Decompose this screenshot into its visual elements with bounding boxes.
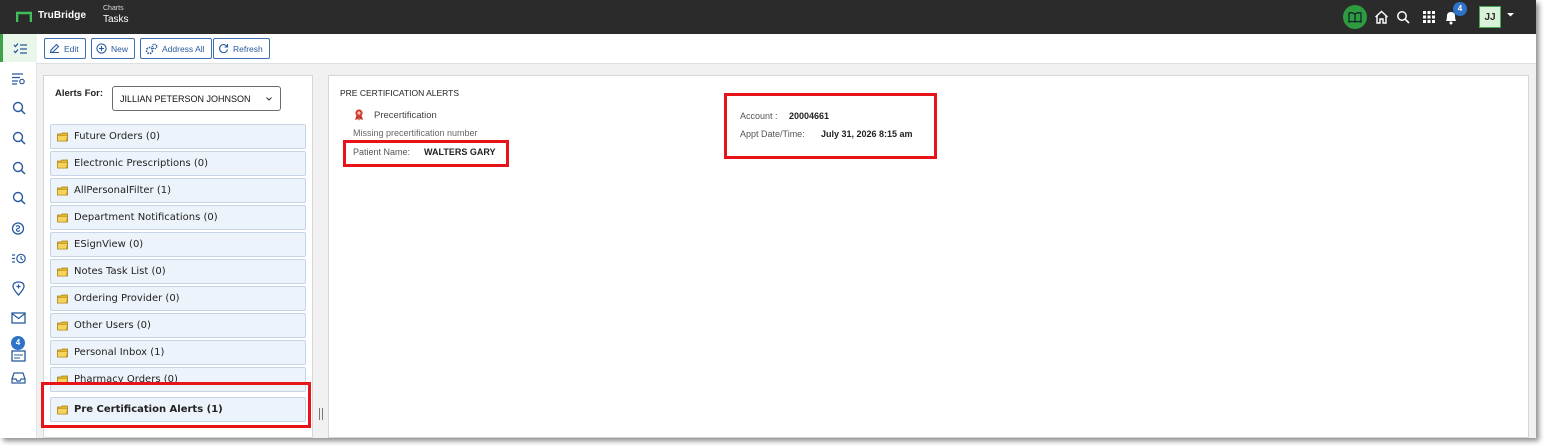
folder-label: Notes Task List (0) <box>74 266 166 277</box>
address-all-label: Address All <box>162 43 205 54</box>
refresh-icon <box>219 44 229 54</box>
clock-dollar-icon[interactable] <box>0 214 37 242</box>
mail-icon[interactable] <box>0 304 37 332</box>
alerts-for-select[interactable]: JILLIAN PETERSON JOHNSON <box>112 86 281 111</box>
chevron-down-icon[interactable] <box>1506 10 1515 19</box>
account-value: 20004661 <box>789 111 830 121</box>
alerts-for-label: Alerts For: <box>55 88 104 99</box>
inbox-tray-icon[interactable] <box>0 364 37 392</box>
left-nav: 4 <box>0 34 37 438</box>
folder-item[interactable]: Pre Certification Alerts (1) <box>50 397 306 422</box>
apps-grid-icon[interactable] <box>1418 6 1440 28</box>
folder-label: Future Orders (0) <box>74 131 160 142</box>
alerts-for-value: JILLIAN PETERSON JOHNSON <box>120 93 251 104</box>
trubridge-logo-icon <box>16 11 32 22</box>
folder-icon <box>57 213 68 222</box>
appt-datetime-label: Appt Date/Time: <box>740 129 805 139</box>
alert-title: Precertification <box>374 110 437 121</box>
search-icon[interactable] <box>0 124 37 152</box>
top-bar: TruBridge Charts Tasks 4 JJ <box>0 0 1536 34</box>
folder-icon <box>57 321 68 330</box>
folder-label: Pharmacy Orders (0) <box>74 374 178 385</box>
folder-item[interactable]: Future Orders (0) <box>50 124 306 149</box>
new-label: New <box>111 43 129 54</box>
folder-icon <box>57 132 68 141</box>
panel-splitter[interactable] <box>318 408 324 420</box>
edit-button[interactable]: Edit <box>44 38 86 59</box>
chevron-down-icon <box>266 97 272 101</box>
folder-icon <box>57 375 68 384</box>
folder-item[interactable]: AllPersonalFilter (1) <box>50 178 306 203</box>
folder-item[interactable]: Pharmacy Orders (0) <box>50 367 306 392</box>
appt-datetime-value: July 31, 2026 8:15 am <box>821 129 913 139</box>
filter-list-icon[interactable] <box>0 64 37 92</box>
breadcrumb-parent[interactable]: Charts <box>103 5 124 12</box>
user-avatar[interactable]: JJ <box>1479 6 1501 28</box>
toolbar: Edit New Address All Refresh <box>37 34 1536 64</box>
folder-label: ESignView (0) <box>74 239 144 250</box>
page-title: Tasks <box>103 14 129 25</box>
patient-name-label: Patient Name: <box>353 147 411 157</box>
folder-icon <box>57 240 68 249</box>
new-button[interactable]: New <box>91 38 136 59</box>
folder-label: AllPersonalFilter (1) <box>74 185 172 196</box>
folder-item[interactable]: Department Notifications (0) <box>50 205 306 230</box>
folder-icon <box>57 405 68 414</box>
folder-item[interactable]: ESignView (0) <box>50 232 306 257</box>
section-title: PRE CERTIFICATION ALERTS <box>340 88 460 98</box>
folder-item[interactable]: Personal Inbox (1) <box>50 340 306 365</box>
folder-label: Personal Inbox (1) <box>74 347 165 358</box>
pencil-icon <box>49 43 60 54</box>
edit-label: Edit <box>64 43 79 54</box>
user-initials: JJ <box>1484 11 1496 23</box>
ribbon-award-icon <box>355 109 363 121</box>
folder-icon <box>57 294 68 303</box>
location-pin-icon[interactable] <box>0 274 37 302</box>
folder-icon <box>57 159 68 168</box>
notification-badge: 4 <box>1453 2 1467 16</box>
refresh-button[interactable]: Refresh <box>213 38 270 59</box>
folder-icon <box>57 267 68 276</box>
alerts-panel: Alerts For: JILLIAN PETERSON JOHNSON Fut… <box>43 75 313 438</box>
history-list-icon[interactable] <box>0 244 37 272</box>
folder-icon <box>57 186 68 195</box>
folder-icon <box>57 348 68 357</box>
refresh-label: Refresh <box>233 43 263 54</box>
address-all-button[interactable]: Address All <box>140 38 212 59</box>
book-icon[interactable] <box>1343 5 1367 29</box>
app-window: TruBridge Charts Tasks 4 JJ 4 Edit New A… <box>0 0 1536 438</box>
folder-label: Ordering Provider (0) <box>74 293 180 304</box>
alert-message: Missing precertification number <box>353 128 478 138</box>
folder-label: Other Users (0) <box>74 320 151 331</box>
tasks-icon[interactable] <box>0 34 37 62</box>
folder-item[interactable]: Ordering Provider (0) <box>50 286 306 311</box>
alert-detail-panel: PRE CERTIFICATION ALERTS Precertificatio… <box>328 75 1529 438</box>
plus-circle-icon <box>96 43 107 54</box>
folder-item[interactable]: Other Users (0) <box>50 313 306 338</box>
nav-badge: 4 <box>11 336 25 350</box>
folder-label: Department Notifications (0) <box>74 212 218 223</box>
home-icon[interactable] <box>1370 6 1392 28</box>
search-icon[interactable] <box>1392 6 1414 28</box>
folder-label: Pre Certification Alerts (1) <box>74 404 223 415</box>
patient-name-value: WALTERS GARY <box>424 147 496 157</box>
search-icon[interactable] <box>0 184 37 212</box>
folder-label: Electronic Prescriptions (0) <box>74 158 209 169</box>
account-label: Account : <box>740 111 778 121</box>
search-icon[interactable] <box>0 154 37 182</box>
brand-name[interactable]: TruBridge <box>38 10 86 21</box>
search-icon[interactable] <box>0 94 37 122</box>
folder-item[interactable]: Electronic Prescriptions (0) <box>50 151 306 176</box>
gears-icon <box>145 43 158 54</box>
folder-item[interactable]: Notes Task List (0) <box>50 259 306 284</box>
